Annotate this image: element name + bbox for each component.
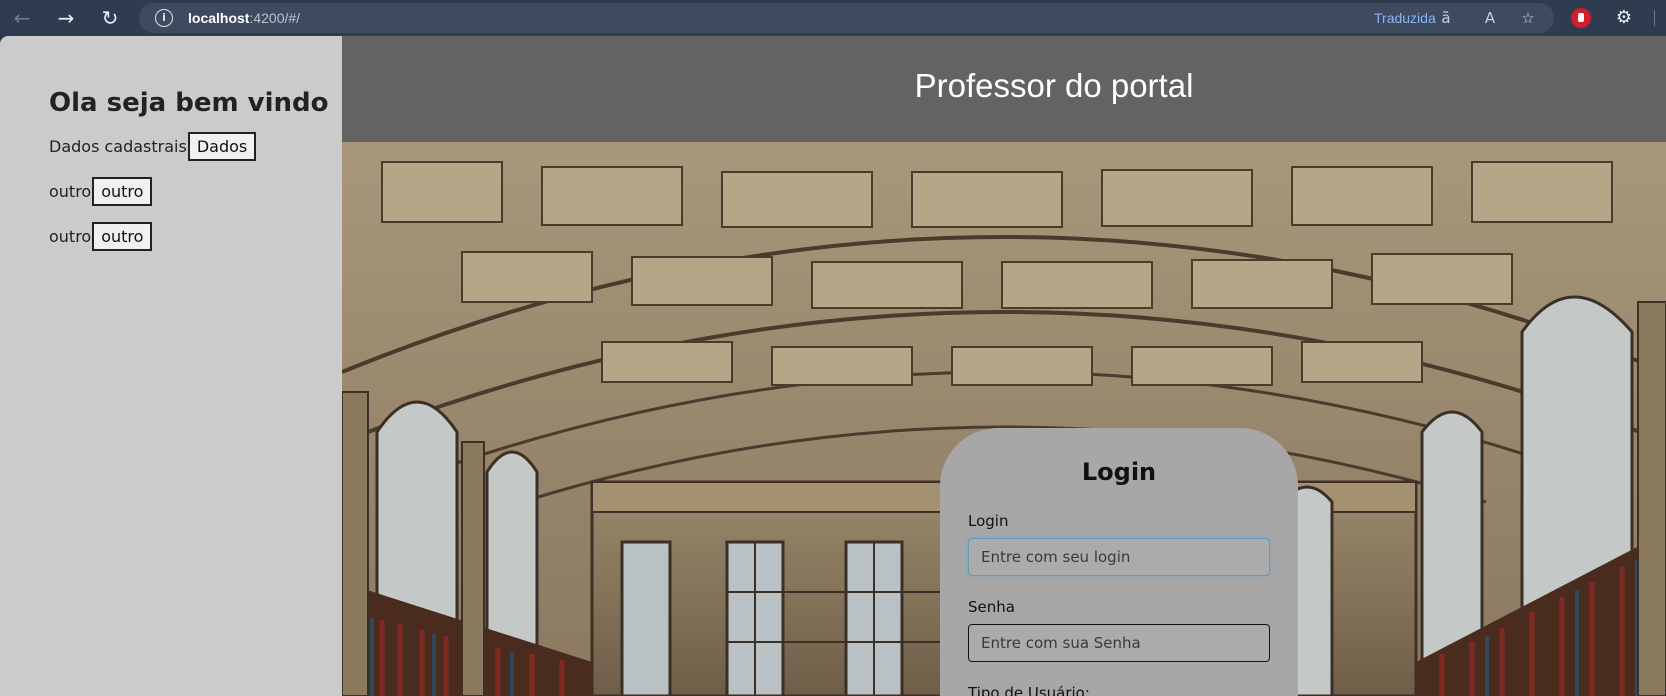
extensions-puzzle-icon[interactable]: ⚙: [1612, 6, 1636, 30]
translate-icon[interactable]: ã: [1435, 7, 1457, 29]
password-field-label: Senha: [968, 598, 1015, 616]
outro-button-1[interactable]: outro: [92, 177, 153, 206]
url-text[interactable]: localhost:4200/#/: [188, 10, 300, 26]
password-input[interactable]: [968, 624, 1270, 662]
url-host: localhost: [188, 10, 250, 26]
login-card: Login Login Senha Tipo de Usuário:: [940, 428, 1298, 696]
sidebar-row-label: outro: [49, 227, 92, 246]
forward-arrow-icon[interactable]: →: [52, 4, 80, 32]
sidebar-row-outro-2: outro outro: [49, 222, 153, 251]
sidebar-row-outro-1: outro outro: [49, 177, 153, 206]
outro-button-2[interactable]: outro: [92, 222, 153, 251]
translated-label[interactable]: Traduzida: [1374, 10, 1436, 26]
favorite-star-icon[interactable]: ☆: [1517, 7, 1539, 29]
user-type-label: Tipo de Usuário:: [968, 684, 1090, 696]
page-title: Professor do portal: [914, 67, 1194, 104]
read-aloud-icon[interactable]: A: [1479, 7, 1501, 29]
login-field-label: Login: [968, 512, 1009, 530]
sidebar: Ola seja bem vindo Dados cadastrais Dado…: [0, 36, 342, 696]
sidebar-row-label: Dados cadastrais: [49, 137, 187, 156]
sidebar-row-label: outro: [49, 182, 92, 201]
sidebar-row-dados: Dados cadastrais Dados: [49, 132, 257, 161]
site-info-icon[interactable]: i: [155, 9, 173, 27]
browser-toolbar: ← → ↻ i localhost:4200/#/ Traduzida ã A …: [0, 0, 1666, 36]
extension-stop-icon[interactable]: [1571, 8, 1591, 28]
dados-button[interactable]: Dados: [187, 132, 257, 161]
page-header: Professor do portal: [342, 36, 1666, 142]
welcome-heading: Ola seja bem vindo: [49, 88, 329, 118]
url-path: :4200/#/: [249, 10, 301, 26]
back-arrow-icon[interactable]: ←: [8, 4, 36, 32]
login-title: Login: [1081, 458, 1157, 486]
reload-icon[interactable]: ↻: [96, 4, 124, 32]
login-input[interactable]: [968, 538, 1270, 576]
toolbar-divider: [1654, 10, 1655, 26]
address-bar[interactable]: i localhost:4200/#/ Traduzida ã A ☆: [139, 3, 1554, 33]
